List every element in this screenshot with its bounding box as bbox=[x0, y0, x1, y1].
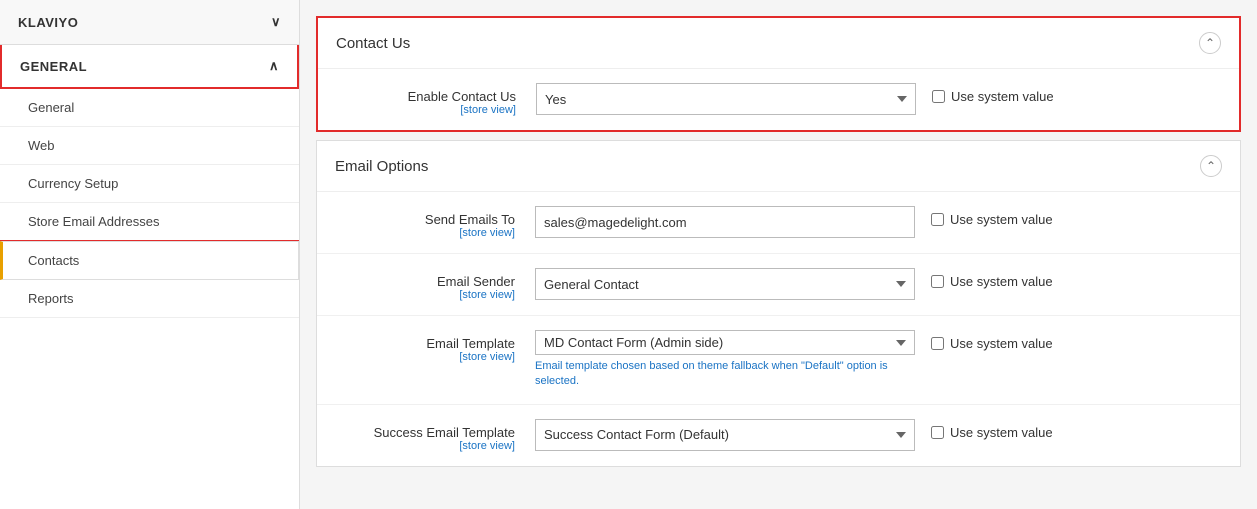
email-options-chevron-icon: ⌃ bbox=[1206, 159, 1216, 173]
success-email-template-select[interactable]: Success Contact Form (Default) Default bbox=[535, 419, 915, 451]
success-email-template-checkbox[interactable] bbox=[931, 426, 944, 439]
email-template-select[interactable]: MD Contact Form (Admin side) Default bbox=[535, 330, 915, 355]
enable-contact-us-label: Enable Contact Us [store view] bbox=[336, 83, 536, 116]
email-template-control: MD Contact Form (Admin side) Default Ema… bbox=[535, 330, 1222, 390]
enable-contact-us-control: Yes No Use system value bbox=[536, 83, 1221, 115]
sidebar-item-store-email-addresses[interactable]: Store Email Addresses bbox=[0, 203, 299, 241]
send-emails-to-checkbox[interactable] bbox=[931, 213, 944, 226]
contact-us-chevron-icon: ⌃ bbox=[1205, 36, 1215, 50]
success-email-template-row: Success Email Template [store view] Succ… bbox=[317, 405, 1240, 466]
enable-contact-us-select[interactable]: Yes No bbox=[536, 83, 916, 115]
send-emails-to-input[interactable] bbox=[535, 206, 915, 238]
email-template-row: Email Template [store view] MD Contact F… bbox=[317, 316, 1240, 405]
sidebar-general-header[interactable]: GENERAL ∧ bbox=[0, 45, 299, 89]
success-email-template-label: Success Email Template [store view] bbox=[335, 419, 535, 452]
email-options-title: Email Options bbox=[335, 158, 428, 175]
sidebar-general-label: GENERAL bbox=[20, 59, 87, 74]
email-sender-row: Email Sender [store view] General Contac… bbox=[317, 254, 1240, 316]
sidebar-klaviyo-header[interactable]: KLAVIYO ∨ bbox=[0, 0, 299, 45]
email-sender-select[interactable]: General Contact Sales Representative Cus… bbox=[535, 268, 915, 300]
email-template-label: Email Template [store view] bbox=[335, 330, 535, 363]
main-content: Contact Us ⌃ Enable Contact Us [store vi… bbox=[300, 0, 1257, 509]
sidebar-klaviyo-label: KLAVIYO bbox=[18, 15, 78, 30]
success-email-template-system-value[interactable]: Use system value bbox=[931, 419, 1053, 440]
contact-us-panel: Contact Us ⌃ Enable Contact Us [store vi… bbox=[316, 16, 1241, 132]
email-options-panel: Email Options ⌃ Send Emails To [store vi… bbox=[316, 140, 1241, 467]
contact-us-title: Contact Us bbox=[336, 35, 410, 52]
send-emails-to-system-value[interactable]: Use system value bbox=[931, 206, 1053, 227]
sidebar-item-reports[interactable]: Reports bbox=[0, 280, 299, 318]
enable-contact-us-checkbox[interactable] bbox=[932, 90, 945, 103]
email-sender-label: Email Sender [store view] bbox=[335, 268, 535, 301]
email-template-system-value[interactable]: Use system value bbox=[931, 330, 1053, 351]
email-options-panel-header: Email Options ⌃ bbox=[317, 141, 1240, 192]
email-template-col: MD Contact Form (Admin side) Default Ema… bbox=[535, 330, 915, 390]
klaviyo-chevron-icon: ∨ bbox=[271, 14, 281, 30]
sidebar: KLAVIYO ∨ GENERAL ∧ General Web Currency… bbox=[0, 0, 300, 509]
enable-contact-us-row: Enable Contact Us [store view] Yes No Us… bbox=[318, 69, 1239, 130]
contact-us-panel-header: Contact Us ⌃ bbox=[318, 18, 1239, 69]
email-options-collapse-button[interactable]: ⌃ bbox=[1200, 155, 1222, 177]
sidebar-item-contacts[interactable]: Contacts bbox=[0, 241, 299, 280]
general-chevron-icon: ∧ bbox=[269, 58, 279, 74]
email-template-checkbox[interactable] bbox=[931, 337, 944, 350]
email-template-note: Email template chosen based on theme fal… bbox=[535, 359, 915, 390]
contact-us-collapse-button[interactable]: ⌃ bbox=[1199, 32, 1221, 54]
send-emails-to-control: Use system value bbox=[535, 206, 1222, 238]
email-sender-checkbox[interactable] bbox=[931, 275, 944, 288]
success-email-template-control: Success Contact Form (Default) Default U… bbox=[535, 419, 1222, 451]
email-sender-system-value[interactable]: Use system value bbox=[931, 268, 1053, 289]
enable-contact-us-system-value[interactable]: Use system value bbox=[932, 83, 1054, 104]
sidebar-item-web[interactable]: Web bbox=[0, 127, 299, 165]
sidebar-item-currency-setup[interactable]: Currency Setup bbox=[0, 165, 299, 203]
sidebar-item-general[interactable]: General bbox=[0, 89, 299, 127]
send-emails-to-row: Send Emails To [store view] Use system v… bbox=[317, 192, 1240, 254]
send-emails-to-label: Send Emails To [store view] bbox=[335, 206, 535, 239]
email-sender-control: General Contact Sales Representative Cus… bbox=[535, 268, 1222, 300]
